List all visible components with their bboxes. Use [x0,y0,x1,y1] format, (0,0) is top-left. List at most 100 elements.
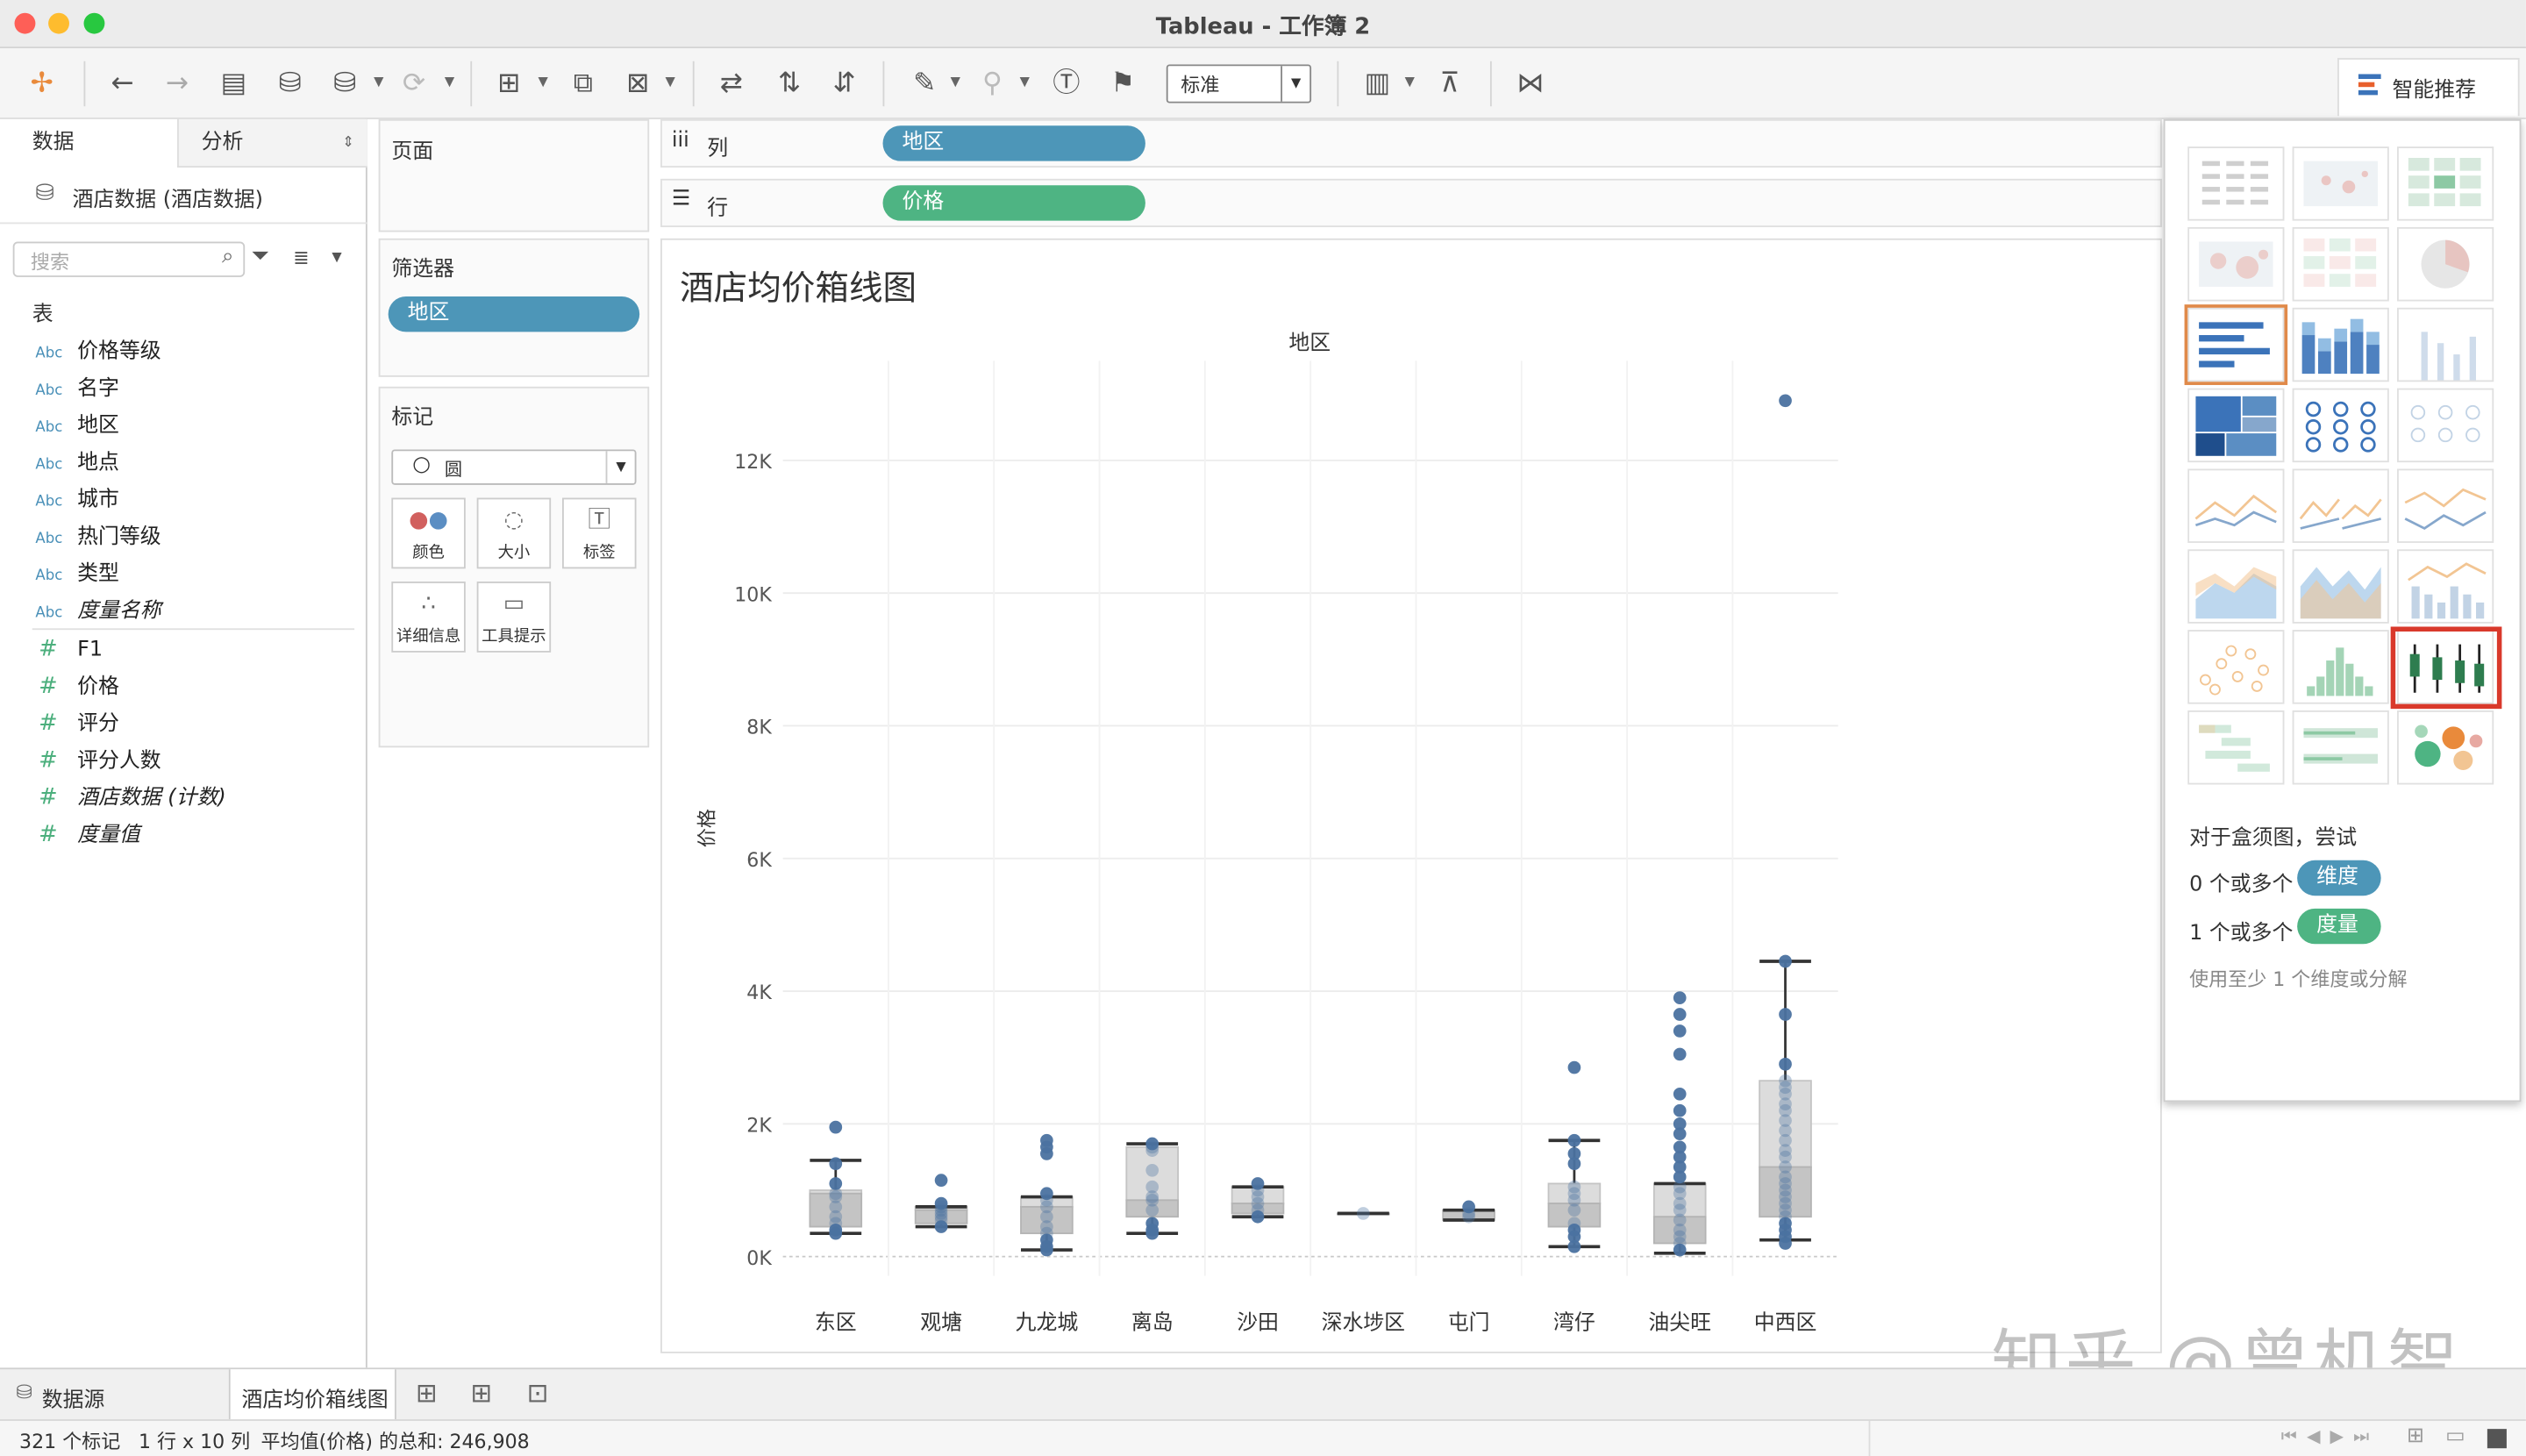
field-dimension[interactable]: Abc 名字 [35,370,119,403]
view-list-icon[interactable]: ≣ [293,246,309,269]
chevron-down-icon[interactable]: ▼ [374,74,383,89]
chevron-down-icon[interactable]: ▼ [332,250,341,265]
redo-icon[interactable]: → [158,64,196,103]
field-measure[interactable]: # F1 [35,632,103,664]
mark-detail-button[interactable]: ∴ 详细信息 [391,582,466,653]
lines-continuous-thumbnail[interactable] [2187,468,2285,543]
pin-axes-icon[interactable]: ⚑ [1103,64,1142,103]
symbol-map-thumbnail[interactable] [2292,146,2389,221]
side-by-side-bars-thumbnail[interactable] [2397,307,2494,382]
side-by-side-circles-thumbnail[interactable] [2397,388,2494,463]
group-members-icon[interactable]: ⚲ [973,64,1011,103]
bullet-graph-thumbnail[interactable] [2292,710,2389,785]
pages-card[interactable]: 页面 [378,118,650,232]
mark-size-button[interactable]: ◌ 大小 [476,497,552,569]
highlight-table-thumbnail[interactable] [2292,226,2389,302]
share-icon[interactable]: ⋈ [1511,64,1550,103]
show-me-button[interactable]: 智能推荐 [2337,58,2520,117]
chevron-down-icon[interactable]: ▼ [666,74,675,89]
circle-views-thumbnail[interactable] [2292,388,2389,463]
mark-label-button[interactable]: 🅃 标签 [562,497,637,569]
columns-pill-region[interactable]: 地区 [882,125,1145,161]
rows-pill-price[interactable]: 价格 [882,185,1145,221]
highlight-icon[interactable]: ✎ [905,64,944,103]
field-measure[interactable]: # 酒店数据 (计数) [35,780,226,812]
undo-icon[interactable]: ← [103,64,142,103]
sheet-sorter-icon[interactable]: ⊞ [2407,1424,2424,1449]
duplicate-sheet-icon[interactable]: ⧉ [564,64,603,103]
new-worksheet-icon[interactable]: ⊞ [416,1377,438,1408]
field-dimension[interactable]: Abc 热门等级 [35,518,161,551]
filter-pill-region[interactable]: 地区 [388,296,640,332]
chevron-down-icon[interactable]: ▼ [538,74,547,89]
mark-color-button[interactable]: ●● 颜色 [391,497,466,569]
field-measure[interactable]: # 评分人数 [35,743,161,775]
search-input[interactable]: 搜索 ⌕ [12,241,246,277]
tabs-view-icon[interactable] [2487,1429,2507,1449]
chevron-down-icon[interactable]: ▼ [951,74,960,89]
field-measure[interactable]: # 度量值 [35,817,140,849]
chevron-down-icon[interactable]: ▼ [1405,74,1415,89]
thumbnail-mark [2469,336,2477,381]
field-dimension[interactable]: Abc 地区 [35,408,119,440]
tableau-logo-icon[interactable]: ✢ [23,64,61,103]
marks-card[interactable]: 标记 ○ 圆 ▼ ●● 颜色 ◌ 大小 🅃 标签 ∴ 详细信息 ▭ 工具提示 [378,386,650,748]
lines-discrete-thumbnail[interactable] [2292,468,2389,543]
show-cards-icon[interactable]: ▥ [1358,64,1396,103]
sheet-navigation-icon[interactable]: ⏮◀▶⏭ [2281,1425,2380,1448]
field-measure[interactable]: # 价格 [35,668,119,701]
field-dimension[interactable]: Abc 地点 [35,445,119,477]
refresh-icon[interactable]: ⟳ [395,64,433,103]
packed-bubbles-thumbnail[interactable] [2397,710,2494,785]
new-dashboard-icon[interactable]: ⊞ [470,1377,492,1408]
new-worksheet-icon[interactable]: ⊞ [489,64,528,103]
text-table-thumbnail[interactable] [2187,146,2285,221]
sort-ascending-icon[interactable]: ⇅ [770,64,809,103]
field-dimension[interactable]: Abc 类型 [35,556,119,589]
tab-data[interactable]: 数据 [0,118,178,168]
mark-type-select[interactable]: ○ 圆 ▼ [391,449,637,485]
filmstrip-icon[interactable]: ▭ [2445,1424,2465,1449]
fit-select[interactable]: 标准 ▼ [1166,64,1312,103]
area-discrete-thumbnail[interactable] [2292,549,2389,624]
filled-map-thumbnail[interactable] [2187,226,2285,302]
stacked-bars-thumbnail[interactable] [2292,307,2389,382]
tab-sheet[interactable]: 酒店均价箱线图 [228,1369,396,1421]
tab-analysis[interactable]: 分析 ⇕ [177,118,367,168]
presentation-mode-icon[interactable]: ⊼ [1431,64,1469,103]
area-continuous-thumbnail[interactable] [2187,549,2285,624]
horizontal-bars-thumbnail[interactable] [2187,307,2285,382]
pie-thumbnail[interactable] [2397,146,2494,221]
chevron-down-icon[interactable]: ▼ [445,74,454,89]
dual-combination-thumbnail[interactable] [2397,549,2494,624]
show-mark-labels-icon[interactable]: Ⓣ [1047,64,1086,103]
field-dimension[interactable]: Abc 价格等级 [35,333,161,366]
pie-chart-thumbnail[interactable] [2397,226,2494,302]
new-datasource-icon[interactable]: ⛁ [271,64,310,103]
mark-tooltip-button[interactable]: ▭ 工具提示 [476,582,552,653]
swap-rows-columns-icon[interactable]: ⇄ [712,64,751,103]
pause-updates-icon[interactable]: ⛁ [325,64,364,103]
tab-datasource[interactable]: ⛁ 数据源 [0,1369,225,1421]
new-story-icon[interactable]: ⊡ [527,1377,549,1408]
filter-icon[interactable]: ⏷ [252,243,270,268]
save-icon[interactable]: ▤ [214,64,253,103]
field-dimension[interactable]: Abc 度量名称 [35,593,161,625]
thumbnail-mark [2300,517,2381,530]
datasource-name[interactable]: 酒店数据 (酒店数据) [73,182,263,213]
scatter-plot-thumbnail[interactable] [2187,630,2285,704]
histogram-thumbnail[interactable] [2292,630,2389,704]
treemap-thumbnail[interactable] [2187,388,2285,463]
chevron-down-icon[interactable]: ▼ [1020,74,1030,89]
field-dimension[interactable]: Abc 城市 [35,482,119,514]
dual-lines-thumbnail[interactable] [2397,468,2494,543]
columns-shelf[interactable]: iii 列 地区 [660,118,2162,168]
rows-shelf[interactable]: ☰ 行 价格 [660,178,2162,227]
gantt-thumbnail[interactable] [2187,710,2285,785]
sort-descending-icon[interactable]: ⇵ [824,64,863,103]
filters-card[interactable]: 筛选器 地区 [378,238,650,377]
box-and-whisker-thumbnail[interactable] [2397,630,2494,704]
clear-sheet-icon[interactable]: ⊠ [618,64,657,103]
field-measure[interactable]: # 评分 [35,705,119,738]
data-point [1567,1203,1581,1217]
